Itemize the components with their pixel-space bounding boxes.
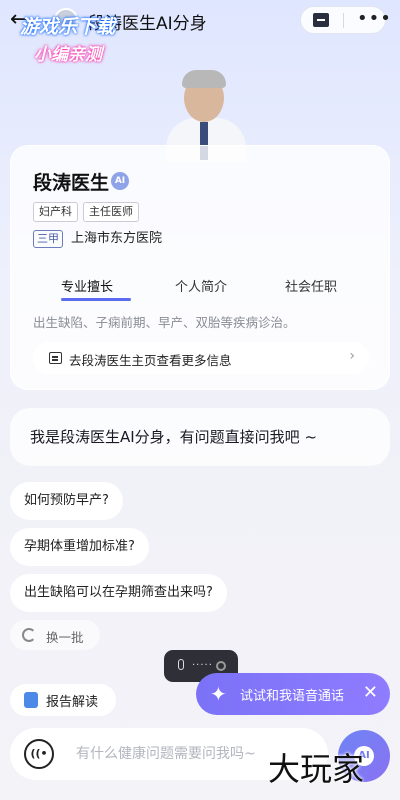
tab-social-positions[interactable]: 社会任职 bbox=[285, 276, 337, 295]
close-icon[interactable]: ✕ bbox=[363, 681, 378, 705]
refresh-suggestions-button[interactable]: 换一批 bbox=[10, 620, 100, 650]
specialty-text: 出生缺陷、子痫前期、早产、双胎等疾病诊治。 bbox=[33, 315, 296, 330]
more-info-button[interactable]: 去段涛医生主页查看更多信息 › bbox=[33, 342, 369, 374]
waveform-icon: ····· bbox=[192, 660, 213, 671]
report-interpretation-button[interactable]: 报告解读 bbox=[10, 684, 116, 716]
tab-specialty[interactable]: 专业擅长 bbox=[61, 276, 113, 295]
watermark-bottom: 大玩家 bbox=[268, 750, 365, 788]
tab-introduction[interactable]: 个人简介 bbox=[175, 276, 227, 295]
voice-call-tip[interactable]: ✦ 试试和我语音通话 ✕ bbox=[196, 673, 390, 715]
report-label: 报告解读 bbox=[46, 695, 99, 710]
suggestion-chip[interactable]: 孕期体重增加标准? bbox=[10, 528, 149, 566]
sparkle-icon: ✦ bbox=[210, 682, 227, 706]
voice-input-icon[interactable]: ((• bbox=[24, 739, 54, 769]
tag-department: 妇产科 bbox=[33, 202, 78, 222]
top-bar: ← 段涛医生AI分身 ••• 游戏乐下载 小编亲测 bbox=[0, 0, 400, 65]
folder-icon[interactable] bbox=[313, 13, 329, 27]
more-info-label: 去段涛医生主页查看更多信息 bbox=[69, 353, 232, 368]
greeting-text: 我是段涛医生AI分身，有问题直接问我吧 ~ bbox=[30, 428, 318, 446]
suggestion-chip[interactable]: 出生缺陷可以在孕期筛查出来吗? bbox=[10, 574, 227, 612]
more-dots-icon[interactable]: ••• bbox=[357, 7, 392, 31]
doctor-profile-card: 段涛医生 AI 妇产科 主任医师 三甲 上海市东方医院 专业擅长 个人简介 社会… bbox=[10, 145, 390, 390]
watermark-top-line2: 小编亲测 bbox=[34, 45, 102, 65]
chevron-right-icon: › bbox=[349, 348, 355, 364]
hospital-grade-badge: 三甲 bbox=[33, 230, 63, 248]
report-icon bbox=[24, 692, 38, 708]
active-tab-indicator bbox=[61, 298, 131, 301]
suggestion-chip[interactable]: 如何预防早产? bbox=[10, 482, 123, 520]
watermark-top-line1: 游戏乐下载 bbox=[20, 16, 116, 38]
microphone-icon bbox=[178, 659, 184, 670]
ai-badge-icon: AI bbox=[111, 172, 129, 190]
voice-tip-text: 试试和我语音通话 bbox=[240, 689, 345, 704]
refresh-label: 换一批 bbox=[46, 630, 84, 645]
tag-title: 主任医师 bbox=[83, 202, 139, 222]
doctor-name: 段涛医生 bbox=[33, 172, 110, 194]
refresh-icon bbox=[22, 628, 36, 642]
capsule-divider bbox=[343, 13, 344, 28]
greeting-bubble: 我是段涛医生AI分身，有问题直接问我吧 ~ bbox=[10, 408, 390, 466]
stop-icon[interactable] bbox=[216, 661, 226, 671]
hospital-name: 上海市东方医院 bbox=[71, 231, 163, 246]
document-icon bbox=[49, 352, 62, 364]
mini-program-capsule: ••• bbox=[300, 6, 391, 34]
